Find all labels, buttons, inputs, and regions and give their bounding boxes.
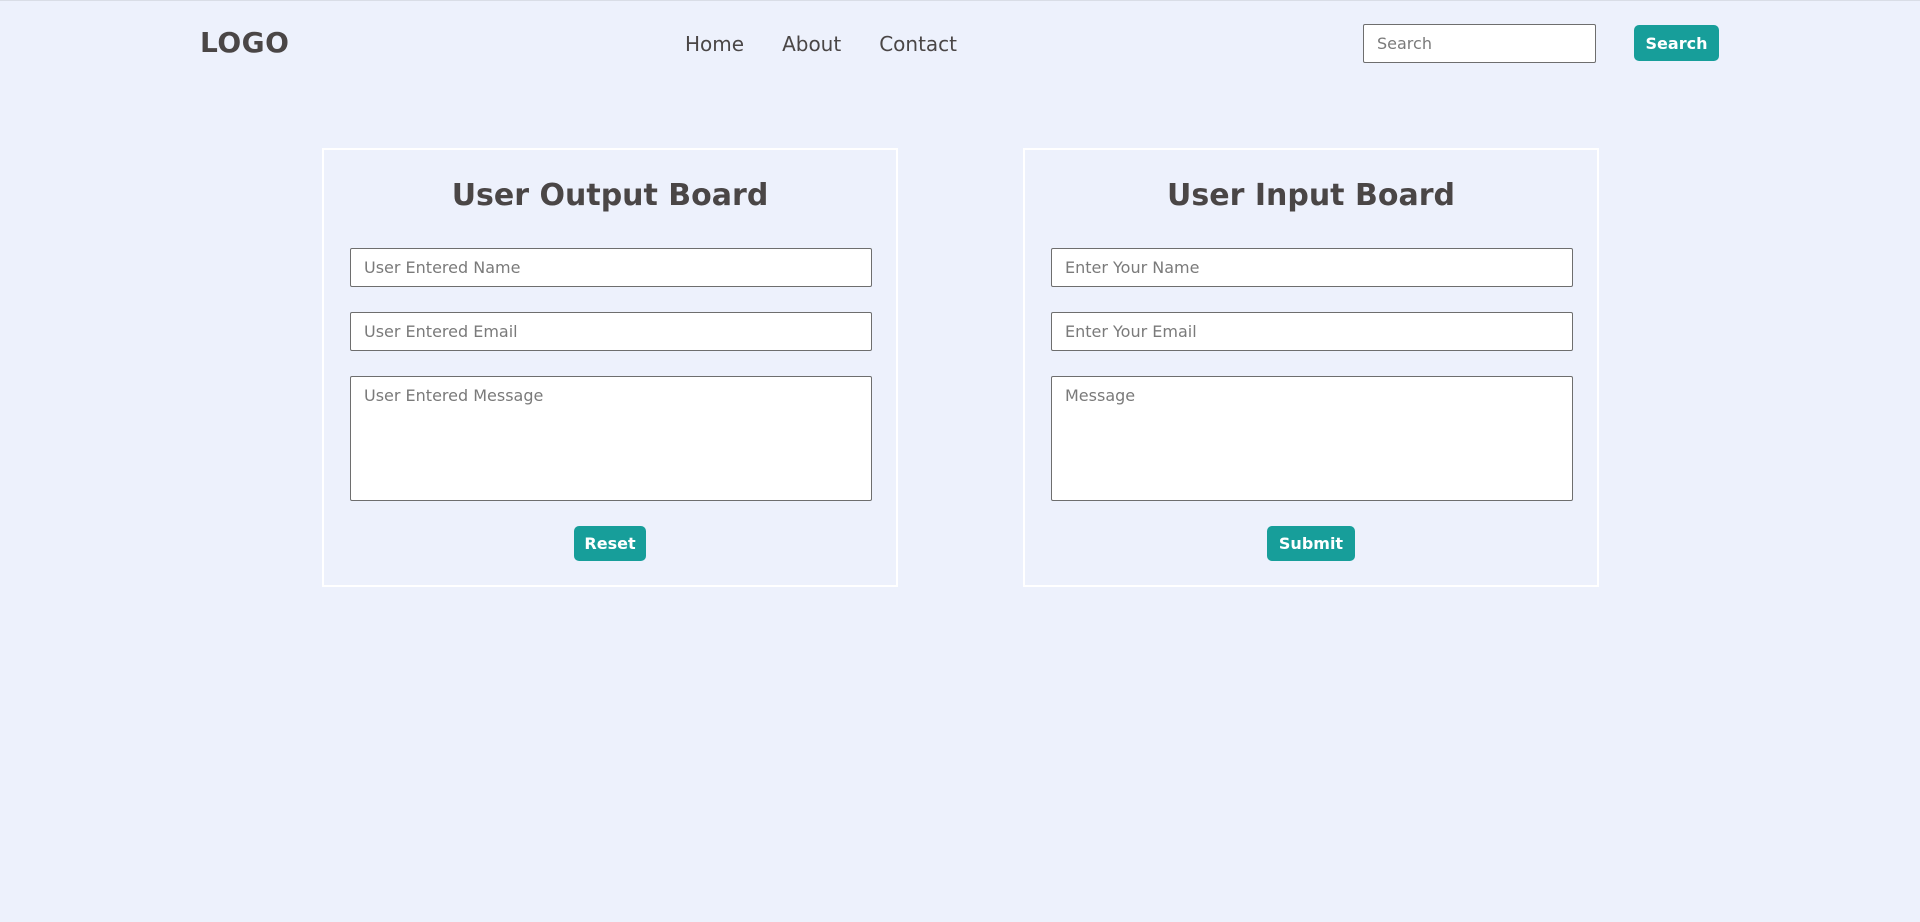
logo[interactable]: LOGO: [200, 26, 289, 59]
input-board-title: User Input Board: [1167, 178, 1455, 213]
nav-contact-link[interactable]: Contact: [879, 32, 957, 56]
nav-home-link[interactable]: Home: [685, 32, 744, 56]
user-output-board: User Output Board Reset: [322, 148, 898, 587]
search-button[interactable]: Search: [1634, 25, 1719, 61]
submit-button[interactable]: Submit: [1267, 526, 1355, 561]
output-board-title: User Output Board: [451, 178, 769, 213]
input-email-field[interactable]: [1051, 312, 1573, 351]
reset-button[interactable]: Reset: [574, 526, 646, 561]
site-header: LOGO Home About Contact Search: [0, 0, 1920, 86]
input-name-field[interactable]: [1051, 248, 1573, 287]
main-nav: Home About Contact: [685, 32, 957, 56]
nav-about-link[interactable]: About: [782, 32, 841, 56]
user-input-board: User Input Board Submit: [1023, 148, 1599, 587]
output-name-field[interactable]: [350, 248, 872, 287]
output-message-field[interactable]: [350, 376, 872, 501]
output-email-field[interactable]: [350, 312, 872, 351]
input-message-field[interactable]: [1051, 376, 1573, 501]
search-input[interactable]: [1363, 24, 1596, 63]
